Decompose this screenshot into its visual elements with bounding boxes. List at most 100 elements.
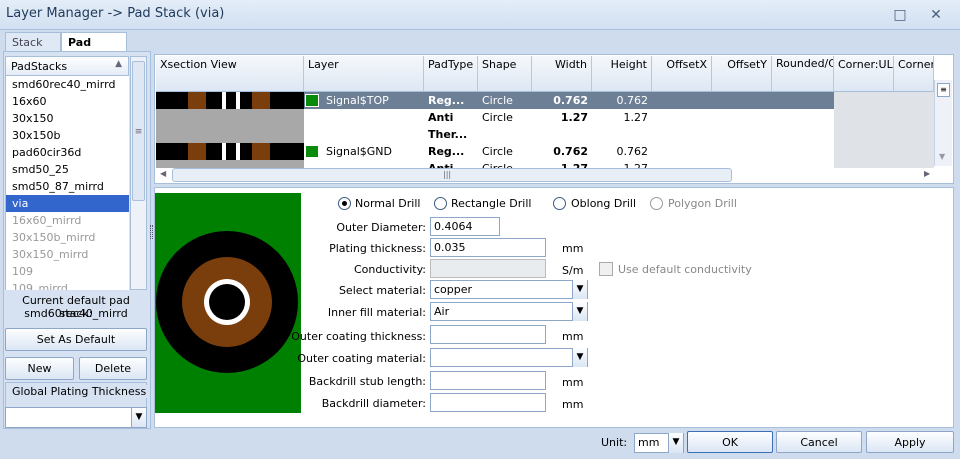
list-item[interactable]: 30x150b_mirrd [6,229,129,246]
outer-coating-material-select[interactable]: ▼ [430,348,588,367]
table-row[interactable]: Anti Circle 1.27 1.27 [156,160,834,168]
cell-height [592,126,652,143]
cell-layer [304,109,424,126]
close-icon[interactable]: ✕ [926,5,946,25]
backdrill-diameter-label: Backdrill diameter: [321,397,426,410]
scroll-thumb-icon[interactable]: ≡ [937,83,950,97]
list-item[interactable]: 30x150_mirrd [6,246,129,263]
table-row[interactable]: Signal$GND Reg... Circle 0.762 0.762 [156,143,834,160]
coating-thickness-unit: mm [562,330,584,343]
backdrill-stub-label: Backdrill stub length: [308,375,426,388]
scroll-right-icon[interactable]: ▶ [924,169,930,178]
cancel-button[interactable]: Cancel [776,431,862,453]
cell-width: 1.27 [560,111,588,124]
chevron-down-icon[interactable]: ▼ [668,433,683,453]
cell-height: 1.27 [623,111,649,124]
inner-fill-select[interactable]: Air ▼ [430,302,588,321]
cell-width: 0.762 [553,94,588,107]
list-item[interactable]: 16x60_mirrd [6,212,129,229]
xsection-bar [156,143,304,160]
conductivity-label: Conductivity: [353,263,426,276]
cell-shape: Circle [482,94,513,107]
col-header-offsety[interactable]: OffsetY [712,56,772,92]
col-header-corner[interactable]: Corner: [894,56,934,92]
cell-layer [304,126,424,143]
rectangle-drill-radio[interactable] [434,197,447,210]
grid-vscrollbar[interactable]: ≡ ▼ [934,80,952,166]
scroll-grip-icon: ||| [443,170,452,179]
use-default-conductivity-checkbox[interactable] [599,262,613,276]
col-header-layer[interactable]: Layer [304,56,424,92]
scroll-left-icon[interactable]: ◀ [160,169,166,178]
padstacks-header[interactable]: PadStacks ▲ [5,56,129,76]
oblong-drill-radio[interactable] [553,197,566,210]
chevron-down-icon[interactable]: ▼ [572,302,587,321]
material-value: copper [434,283,473,296]
scroll-down-icon[interactable]: ▼ [939,152,945,161]
xsection-bar [156,92,304,109]
polygon-drill-radio[interactable] [650,197,663,210]
tab-stack-up[interactable]: Stack Up [5,32,61,62]
grid-hscrollbar[interactable]: ||| [172,168,732,182]
col-header-offsetx[interactable]: OffsetX [652,56,712,92]
list-item[interactable]: 109 [6,263,129,280]
conductivity-input[interactable] [430,259,546,278]
chevron-down-icon[interactable]: ▼ [572,348,587,367]
list-item[interactable]: smd50_25 [6,161,129,178]
chevron-down-icon[interactable]: ▼ [131,408,146,427]
list-item[interactable]: 30x150 [6,110,129,127]
outer-coating-thickness-input[interactable] [430,325,546,344]
cell-width: 0.762 [553,145,588,158]
cell-padtype: Reg... [428,94,465,107]
table-row[interactable]: Ther... [156,126,834,143]
col-header-width[interactable]: Width [532,56,592,92]
list-item[interactable]: 109_mirrd [6,280,129,290]
col-header-shape[interactable]: Shape [478,56,532,92]
apply-button[interactable]: Apply [866,431,954,453]
backdrill-stub-unit: mm [562,376,584,389]
plating-thickness-input[interactable]: 0.035 [430,238,546,257]
list-item-selected[interactable]: via [6,195,129,212]
list-item[interactable]: 16x60 [6,93,129,110]
polygon-drill-label[interactable]: Polygon Drill [668,197,737,210]
table-row[interactable]: Signal$TOP Reg... Circle 0.762 0.762 [156,92,834,109]
normal-drill-radio[interactable] [338,197,351,210]
scrollbar-thumb[interactable]: ≡ [132,61,145,201]
normal-drill-label[interactable]: Normal Drill [355,197,420,210]
use-default-conductivity-label[interactable]: Use default conductivity [618,263,752,276]
global-plating-select[interactable]: ▼ [5,407,147,428]
set-as-default-button[interactable]: Set As Default [5,328,147,351]
backdrill-diameter-input[interactable] [430,393,546,412]
col-header-padtype[interactable]: PadType [424,56,478,92]
layer-list-icon [305,145,319,158]
chevron-down-icon[interactable]: ▼ [572,280,587,299]
list-scrollbar[interactable]: ≡ [130,56,147,290]
col-header-rounded-corner[interactable]: Rounded/Corner [772,56,834,92]
outer-diameter-input[interactable]: 0.4064 [430,217,500,236]
col-header-height[interactable]: Height [592,56,652,92]
unit-select[interactable]: mm ▼ [634,433,684,453]
col-header-corner-ul[interactable]: Corner:UL [834,56,894,92]
col-header-xsection[interactable]: Xsection View [156,56,304,92]
list-item[interactable]: smd50_87_mirrd [6,178,129,195]
material-select[interactable]: copper ▼ [430,280,588,299]
list-item[interactable]: smd60rec40_mirrd [6,76,129,93]
backdrill-stub-input[interactable] [430,371,546,390]
cell-height: 1.27 [592,160,652,168]
delete-padstack-button[interactable]: Delete [79,357,147,380]
new-padstack-button[interactable]: New [5,357,74,380]
inner-fill-label: Inner fill material: [327,306,426,319]
oblong-drill-label[interactable]: Oblong Drill [571,197,636,210]
list-item[interactable]: pad60cir36d [6,144,129,161]
splitter-grip-icon[interactable] [150,225,153,239]
title-bar: Layer Manager -> Pad Stack (via) □ ✕ [0,0,960,30]
backdrill-diameter-unit: mm [562,398,584,411]
rectangle-drill-label[interactable]: Rectangle Drill [451,197,531,210]
tab-pad-stack[interactable]: Pad Stack [61,32,127,62]
maximize-icon[interactable]: □ [890,5,910,25]
table-row[interactable]: Anti Circle 1.27 1.27 [156,109,834,126]
cell-padtype: Ther... [428,128,468,141]
padstack-list[interactable]: smd60rec40_mirrd 16x60 30x150 30x150b pa… [5,76,129,290]
list-item[interactable]: 30x150b [6,127,129,144]
ok-button[interactable]: OK [687,431,773,453]
